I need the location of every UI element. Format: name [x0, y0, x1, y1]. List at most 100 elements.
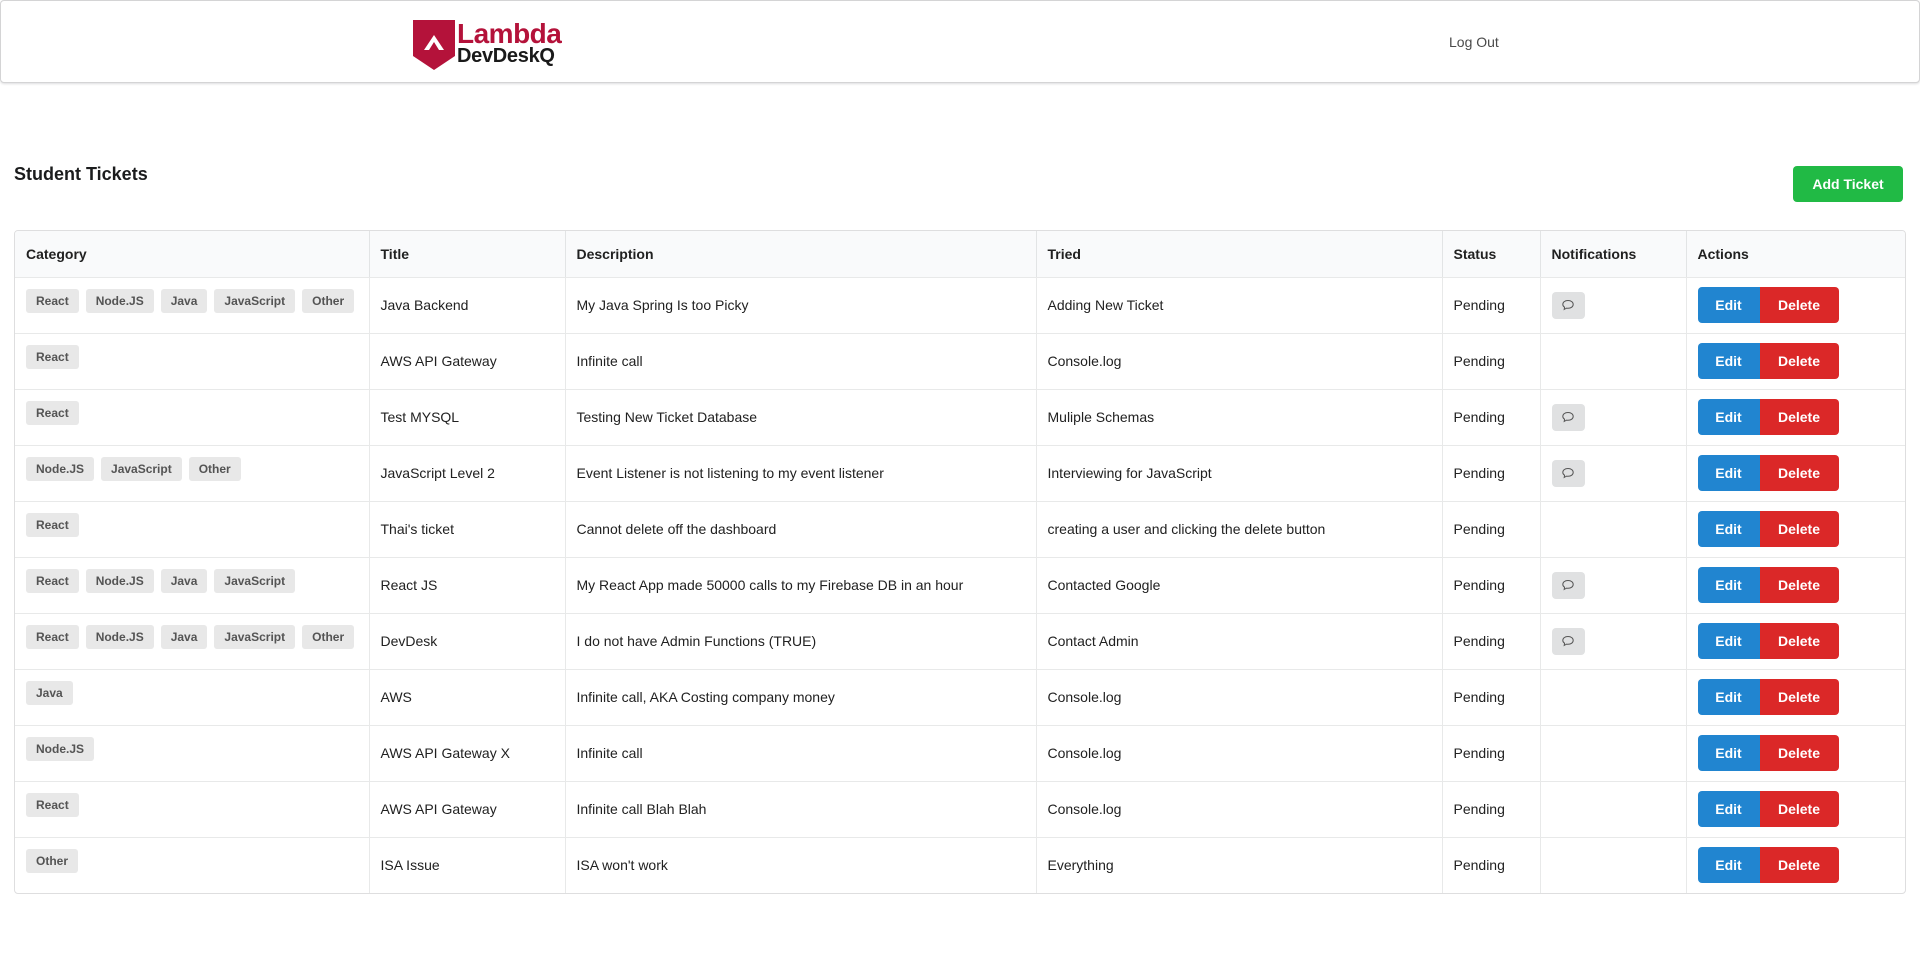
comment-icon[interactable]	[1551, 571, 1585, 599]
title-cell: React JS	[368, 556, 565, 613]
column-header-status: Status	[1441, 231, 1540, 278]
delete-button[interactable]: Delete	[1759, 791, 1839, 827]
delete-button[interactable]: Delete	[1759, 287, 1839, 323]
edit-button[interactable]: Edit	[1697, 679, 1760, 715]
category-label: Node.JS	[85, 288, 154, 313]
action-button-group: Edit Delete	[1697, 735, 1839, 771]
edit-button[interactable]: Edit	[1697, 455, 1760, 491]
title-cell: AWS API Gateway X	[368, 724, 565, 781]
delete-button[interactable]: Delete	[1759, 735, 1839, 771]
title-cell: AWS API Gateway	[368, 780, 565, 837]
tried-cell: Console.log	[1035, 332, 1442, 389]
category-label: React	[26, 568, 79, 593]
action-button-group: Edit Delete	[1697, 287, 1839, 323]
notifications-cell	[1539, 500, 1686, 557]
table-row: React Test MYSQL Testing New Ticket Databa…	[15, 388, 1905, 445]
tried-cell: Adding New Ticket	[1035, 277, 1442, 333]
title-cell: AWS	[368, 668, 565, 725]
notifications-cell	[1539, 612, 1686, 669]
description-cell: I do not have Admin Functions (TRUE)	[564, 612, 1036, 669]
status-cell: Pending	[1441, 668, 1540, 725]
comment-icon[interactable]	[1551, 627, 1585, 655]
description-cell: My Java Spring Is too Picky	[564, 277, 1036, 333]
category-label: Other	[302, 288, 355, 313]
tickets-table: Category Title Description Tried Status Notif…	[14, 230, 1906, 894]
status-cell: Pending	[1441, 332, 1540, 389]
column-header-title: Title	[368, 231, 565, 278]
action-button-group: Edit Delete	[1697, 679, 1839, 715]
delete-button[interactable]: Delete	[1759, 343, 1839, 379]
status-cell: Pending	[1441, 724, 1540, 781]
table-row: React Node.JS Java JavaScript Other Java Back…	[15, 277, 1905, 333]
edit-button[interactable]: Edit	[1697, 287, 1760, 323]
edit-button[interactable]: Edit	[1697, 791, 1760, 827]
category-label: JavaScript	[101, 456, 182, 481]
actions-cell: Edit Delete	[1685, 277, 1905, 333]
category-cell: Node.JS	[15, 724, 369, 781]
delete-button[interactable]: Delete	[1759, 567, 1839, 603]
edit-button[interactable]: Edit	[1697, 343, 1760, 379]
category-cell: React	[15, 780, 369, 837]
actions-cell: Edit Delete	[1685, 780, 1905, 837]
table-row: React Node.JS Java JavaScript Other DevDesk I …	[15, 612, 1905, 669]
notifications-cell	[1539, 780, 1686, 837]
actions-cell: Edit Delete	[1685, 500, 1905, 557]
category-cell: React Node.JS Java JavaScript	[15, 556, 369, 613]
table-row: Java AWS Infinite call, AKA Costing compan…	[15, 668, 1905, 725]
title-cell: AWS API Gateway	[368, 332, 565, 389]
lambda-logo[interactable]: Lambda DevDeskQ	[413, 19, 565, 70]
add-ticket-button[interactable]: Add Ticket	[1793, 166, 1903, 202]
edit-button[interactable]: Edit	[1697, 623, 1760, 659]
tried-cell: Console.log	[1035, 780, 1442, 837]
status-cell: Pending	[1441, 836, 1540, 893]
category-cell: Other	[15, 836, 369, 893]
notifications-cell	[1539, 556, 1686, 613]
title-cell: Java Backend	[368, 277, 565, 333]
category-label: React	[26, 512, 79, 537]
delete-button[interactable]: Delete	[1759, 455, 1839, 491]
action-button-group: Edit Delete	[1697, 343, 1839, 379]
category-label: JavaScript	[214, 568, 296, 593]
category-label: Java	[160, 288, 208, 313]
category-label: JavaScript	[214, 624, 296, 649]
status-cell: Pending	[1441, 556, 1540, 613]
comment-icon[interactable]	[1551, 459, 1585, 487]
edit-button[interactable]: Edit	[1697, 735, 1760, 771]
edit-button[interactable]: Edit	[1697, 567, 1760, 603]
description-cell: Infinite call, AKA Costing company money	[564, 668, 1036, 725]
action-button-group: Edit Delete	[1697, 623, 1839, 659]
status-cell: Pending	[1441, 388, 1540, 445]
title-cell: Thai's ticket	[368, 500, 565, 557]
status-cell: Pending	[1441, 612, 1540, 669]
edit-button[interactable]: Edit	[1697, 399, 1760, 435]
actions-cell: Edit Delete	[1685, 836, 1905, 893]
category-cell: React	[15, 332, 369, 389]
edit-button[interactable]: Edit	[1697, 511, 1760, 547]
shield-logo-icon	[413, 20, 455, 70]
delete-button[interactable]: Delete	[1759, 847, 1839, 884]
tried-cell: Muliple Schemas	[1035, 388, 1442, 445]
category-label: React	[26, 344, 79, 369]
logout-link[interactable]: Log Out	[1449, 33, 1499, 51]
delete-button[interactable]: Delete	[1759, 511, 1839, 547]
description-cell: ISA won't work	[564, 836, 1036, 893]
tried-cell: Interviewing for JavaScript	[1035, 444, 1442, 501]
delete-button[interactable]: Delete	[1759, 679, 1839, 715]
delete-button[interactable]: Delete	[1759, 623, 1839, 659]
category-label: Java	[26, 680, 73, 705]
title-cell: JavaScript Level 2	[368, 444, 565, 501]
table-header-row: Category Title Description Tried Status Notif…	[15, 231, 1905, 278]
tried-cell: Contact Admin	[1035, 612, 1442, 669]
description-cell: My React App made 50000 calls to my Fire…	[564, 556, 1036, 613]
tried-cell: Everything	[1035, 836, 1442, 893]
table-row: Node.JS AWS API Gateway X Infinite call Con…	[15, 724, 1905, 781]
comment-icon[interactable]	[1551, 403, 1585, 431]
category-label: Other	[302, 624, 355, 649]
comment-icon[interactable]	[1551, 291, 1585, 319]
title-cell: ISA Issue	[368, 836, 565, 893]
edit-button[interactable]: Edit	[1697, 847, 1760, 884]
description-cell: Infinite call Blah Blah	[564, 780, 1036, 837]
notifications-cell	[1539, 836, 1686, 893]
delete-button[interactable]: Delete	[1759, 399, 1839, 435]
category-cell: React Node.JS Java JavaScript Other	[15, 277, 369, 333]
